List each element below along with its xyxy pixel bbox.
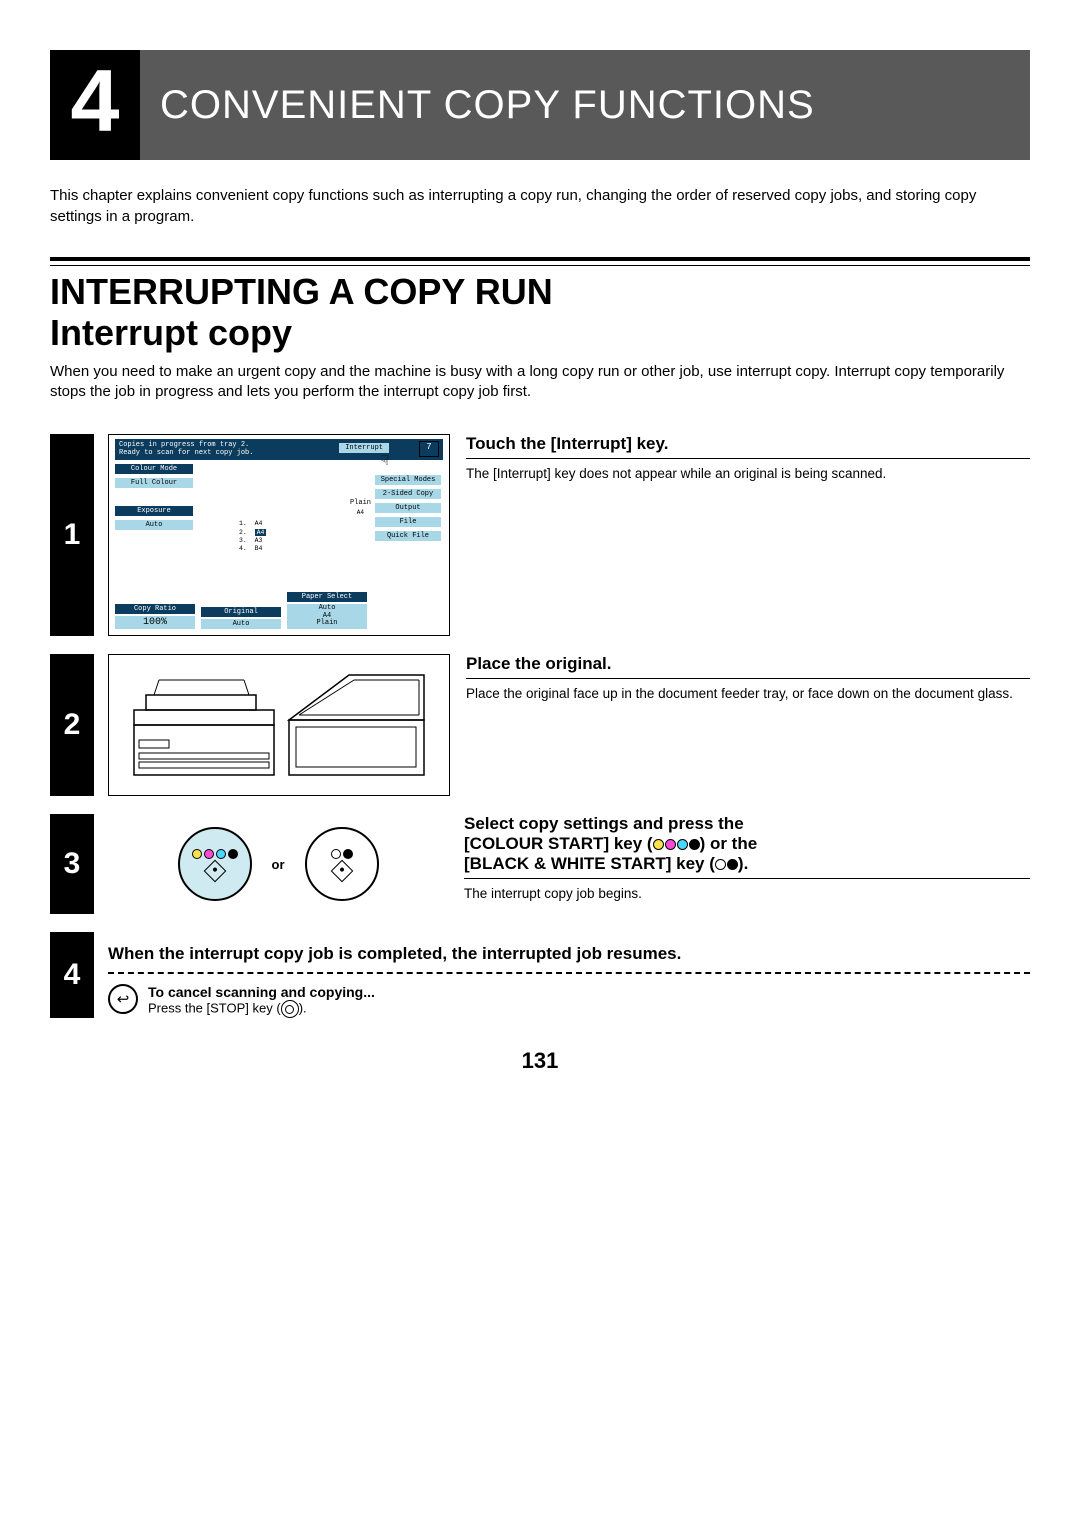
colour-dots-icon xyxy=(653,839,700,850)
panel-msg-line1: Copies in progress from tray 2. xyxy=(119,441,249,449)
panel-msg-line2: Ready to scan for next copy job. xyxy=(119,449,253,457)
tray-list: 1. A4 2. A4 3. A3 4. B4 xyxy=(239,520,266,554)
exposure-label: Exposure xyxy=(115,506,193,516)
copy-ratio-label: Copy Ratio xyxy=(115,604,195,614)
bw-start-key[interactable] xyxy=(305,827,379,901)
start-diamond-icon xyxy=(203,860,226,883)
two-sided-copy-button[interactable]: 2-Sided Copy xyxy=(375,489,441,499)
step-3: 3 or xyxy=(50,814,1030,914)
chapter-banner: 4 CONVENIENT COPY FUNCTIONS xyxy=(50,50,1030,160)
copy-ratio-value[interactable]: 100% xyxy=(115,616,195,629)
chapter-number: 4 xyxy=(50,50,140,160)
section-title: INTERRUPTING A COPY RUN xyxy=(50,272,1030,312)
quick-file-button[interactable]: Quick File xyxy=(375,531,441,541)
step-2-heading: Place the original. xyxy=(466,654,1030,679)
interrupt-key[interactable]: Interrupt xyxy=(339,443,389,453)
touch-panel-figure: Copies in progress from tray 2. Ready to… xyxy=(108,434,450,636)
output-button[interactable]: Output xyxy=(375,503,441,513)
return-icon: ↩ xyxy=(108,984,138,1014)
file-button[interactable]: File xyxy=(375,517,441,527)
step-number: 2 xyxy=(50,654,94,796)
copy-count: 7 xyxy=(419,441,439,457)
step-1: 1 Copies in progress from tray 2. Ready … xyxy=(50,434,1030,636)
special-modes-button[interactable]: Special Modes xyxy=(375,475,441,485)
section-desc: When you need to make an urgent copy and… xyxy=(50,362,1030,403)
start-diamond-icon xyxy=(330,860,353,883)
exposure-auto-button[interactable]: Auto xyxy=(115,520,193,530)
open-dot-icon xyxy=(331,849,341,859)
paper-select-label: Paper Select xyxy=(287,592,367,602)
start-buttons-figure: or xyxy=(108,814,448,914)
colour-start-key[interactable] xyxy=(178,827,252,901)
divider xyxy=(50,257,1030,261)
step-3-detail: The interrupt copy job begins. xyxy=(464,885,1030,903)
step-2-detail: Place the original face up in the docume… xyxy=(466,685,1030,703)
step-3-heading: Select copy settings and press the [COLO… xyxy=(464,814,1030,879)
or-label: or xyxy=(272,857,285,872)
page-number: 131 xyxy=(50,1048,1030,1074)
magenta-dot-icon xyxy=(204,849,214,859)
chapter-intro: This chapter explains convenient copy fu… xyxy=(50,185,1030,227)
yellow-dot-icon xyxy=(192,849,202,859)
colour-mode-label: Colour Mode xyxy=(115,464,193,474)
dashed-divider xyxy=(108,972,1030,974)
original-auto-button[interactable]: Auto xyxy=(201,619,281,629)
step-1-heading: Touch the [Interrupt] key. xyxy=(466,434,1030,459)
black-dot-icon xyxy=(228,849,238,859)
section-subtitle: Interrupt copy xyxy=(50,312,1030,354)
cyan-dot-icon xyxy=(216,849,226,859)
full-colour-button[interactable]: Full Colour xyxy=(115,478,193,488)
stop-key-icon xyxy=(281,1000,299,1018)
step-4: 4 When the interrupt copy job is complet… xyxy=(50,932,1030,1018)
original-label: Original xyxy=(201,607,281,617)
step-1-detail: The [Interrupt] key does not appear whil… xyxy=(466,465,1030,483)
copier-icon xyxy=(124,665,434,785)
bw-dots-icon xyxy=(715,859,738,870)
cancel-detail: Press the [STOP] key (). xyxy=(148,1000,375,1018)
chapter-title: CONVENIENT COPY FUNCTIONS xyxy=(140,50,1030,160)
step-number: 3 xyxy=(50,814,94,914)
black-dot-icon xyxy=(343,849,353,859)
paper-select-button[interactable]: Auto A4 Plain xyxy=(287,604,367,629)
cancel-title: To cancel scanning and copying... xyxy=(148,984,375,1000)
hand-cursor-icon: ☟ xyxy=(381,453,389,470)
plain-label: Plain xyxy=(350,499,371,507)
copier-illustration xyxy=(108,654,450,796)
a4-label: A4 xyxy=(357,509,364,516)
step-2: 2 xyxy=(50,654,1030,796)
step-number: 1 xyxy=(50,434,94,636)
step-4-heading: When the interrupt copy job is completed… xyxy=(108,944,1030,964)
step-number: 4 xyxy=(50,932,94,1018)
divider xyxy=(50,265,1030,266)
